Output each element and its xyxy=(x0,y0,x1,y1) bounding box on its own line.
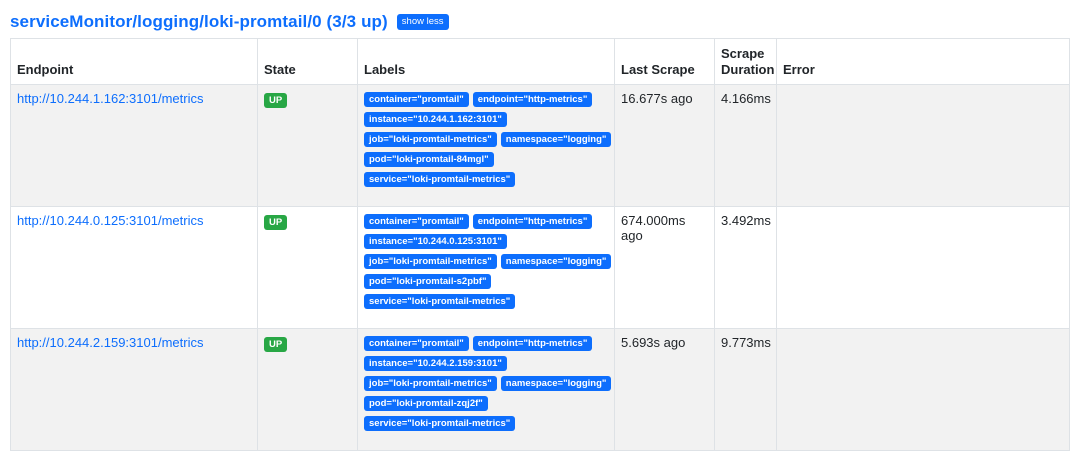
label-badge: namespace="logging" xyxy=(500,254,612,269)
labels-list: container="promtail" endpoint="http-metr… xyxy=(364,335,614,435)
label-badge: instance="10.244.1.162:3101" xyxy=(364,112,507,127)
label-badge: endpoint="http-metrics" xyxy=(472,336,593,351)
label-badge: job="loki-promtail-metrics" xyxy=(364,376,497,391)
table-header-row: Endpoint State Labels Last Scrape Scrape… xyxy=(10,38,1070,85)
error-cell xyxy=(776,206,1070,329)
endpoint-link[interactable]: http://10.244.1.162:3101/metrics xyxy=(17,91,203,106)
column-header-last-scrape: Last Scrape xyxy=(614,38,715,85)
column-header-state: State xyxy=(257,38,358,85)
last-scrape-cell: 674.000ms ago xyxy=(614,206,715,329)
label-badge: namespace="logging" xyxy=(500,376,612,391)
endpoint-link[interactable]: http://10.244.2.159:3101/metrics xyxy=(17,335,203,350)
label-badge: endpoint="http-metrics" xyxy=(472,214,593,229)
label-badge: pod="loki-promtail-zqj2f" xyxy=(364,396,488,411)
endpoint-cell: http://10.244.2.159:3101/metrics xyxy=(10,328,258,451)
column-header-endpoint: Endpoint xyxy=(10,38,258,85)
labels-list: container="promtail" endpoint="http-metr… xyxy=(364,91,614,191)
label-badge: service="loki-promtail-metrics" xyxy=(364,294,516,309)
error-cell xyxy=(776,84,1070,207)
labels-cell: container="promtail" endpoint="http-metr… xyxy=(357,84,615,207)
label-badge: container="promtail" xyxy=(364,336,469,351)
state-badge: UP xyxy=(264,93,288,108)
scrape-duration-cell: 4.166ms xyxy=(714,84,777,207)
column-header-scrape-duration: Scrape Duration xyxy=(714,38,777,85)
label-badge: instance="10.244.2.159:3101" xyxy=(364,356,507,371)
table-row: http://10.244.1.162:3101/metrics UP cont… xyxy=(10,84,1070,207)
pool-header: serviceMonitor/logging/loki-promtail/0 (… xyxy=(10,10,1070,34)
scrape-duration-cell: 9.773ms xyxy=(714,328,777,451)
label-badge: job="loki-promtail-metrics" xyxy=(364,132,497,147)
state-cell: UP xyxy=(257,328,358,451)
targets-table: Endpoint State Labels Last Scrape Scrape… xyxy=(10,38,1070,451)
labels-list: container="promtail" endpoint="http-metr… xyxy=(364,213,614,313)
label-badge: namespace="logging" xyxy=(500,132,612,147)
last-scrape-cell: 16.677s ago xyxy=(614,84,715,207)
last-scrape-cell: 5.693s ago xyxy=(614,328,715,451)
show-less-button[interactable]: show less xyxy=(396,14,449,30)
label-badge: pod="loki-promtail-s2pbf" xyxy=(364,274,492,289)
label-badge: pod="loki-promtail-84mgl" xyxy=(364,152,494,167)
state-cell: UP xyxy=(257,84,358,207)
label-badge: job="loki-promtail-metrics" xyxy=(364,254,497,269)
label-badge: service="loki-promtail-metrics" xyxy=(364,172,516,187)
state-badge: UP xyxy=(264,337,288,352)
error-cell xyxy=(776,328,1070,451)
endpoint-cell: http://10.244.1.162:3101/metrics xyxy=(10,84,258,207)
label-badge: container="promtail" xyxy=(364,214,469,229)
labels-cell: container="promtail" endpoint="http-metr… xyxy=(357,206,615,329)
column-header-error: Error xyxy=(776,38,1070,85)
label-badge: service="loki-promtail-metrics" xyxy=(364,416,516,431)
endpoint-link[interactable]: http://10.244.0.125:3101/metrics xyxy=(17,213,203,228)
column-header-labels: Labels xyxy=(357,38,615,85)
labels-cell: container="promtail" endpoint="http-metr… xyxy=(357,328,615,451)
scrape-duration-cell: 3.492ms xyxy=(714,206,777,329)
label-badge: instance="10.244.0.125:3101" xyxy=(364,234,507,249)
table-row: http://10.244.2.159:3101/metrics UP cont… xyxy=(10,328,1070,451)
table-row: http://10.244.0.125:3101/metrics UP cont… xyxy=(10,206,1070,329)
endpoint-cell: http://10.244.0.125:3101/metrics xyxy=(10,206,258,329)
pool-title-link[interactable]: serviceMonitor/logging/loki-promtail/0 (… xyxy=(10,12,388,32)
label-badge: container="promtail" xyxy=(364,92,469,107)
target-pool: serviceMonitor/logging/loki-promtail/0 (… xyxy=(0,0,1080,451)
state-badge: UP xyxy=(264,215,288,230)
state-cell: UP xyxy=(257,206,358,329)
label-badge: endpoint="http-metrics" xyxy=(472,92,593,107)
